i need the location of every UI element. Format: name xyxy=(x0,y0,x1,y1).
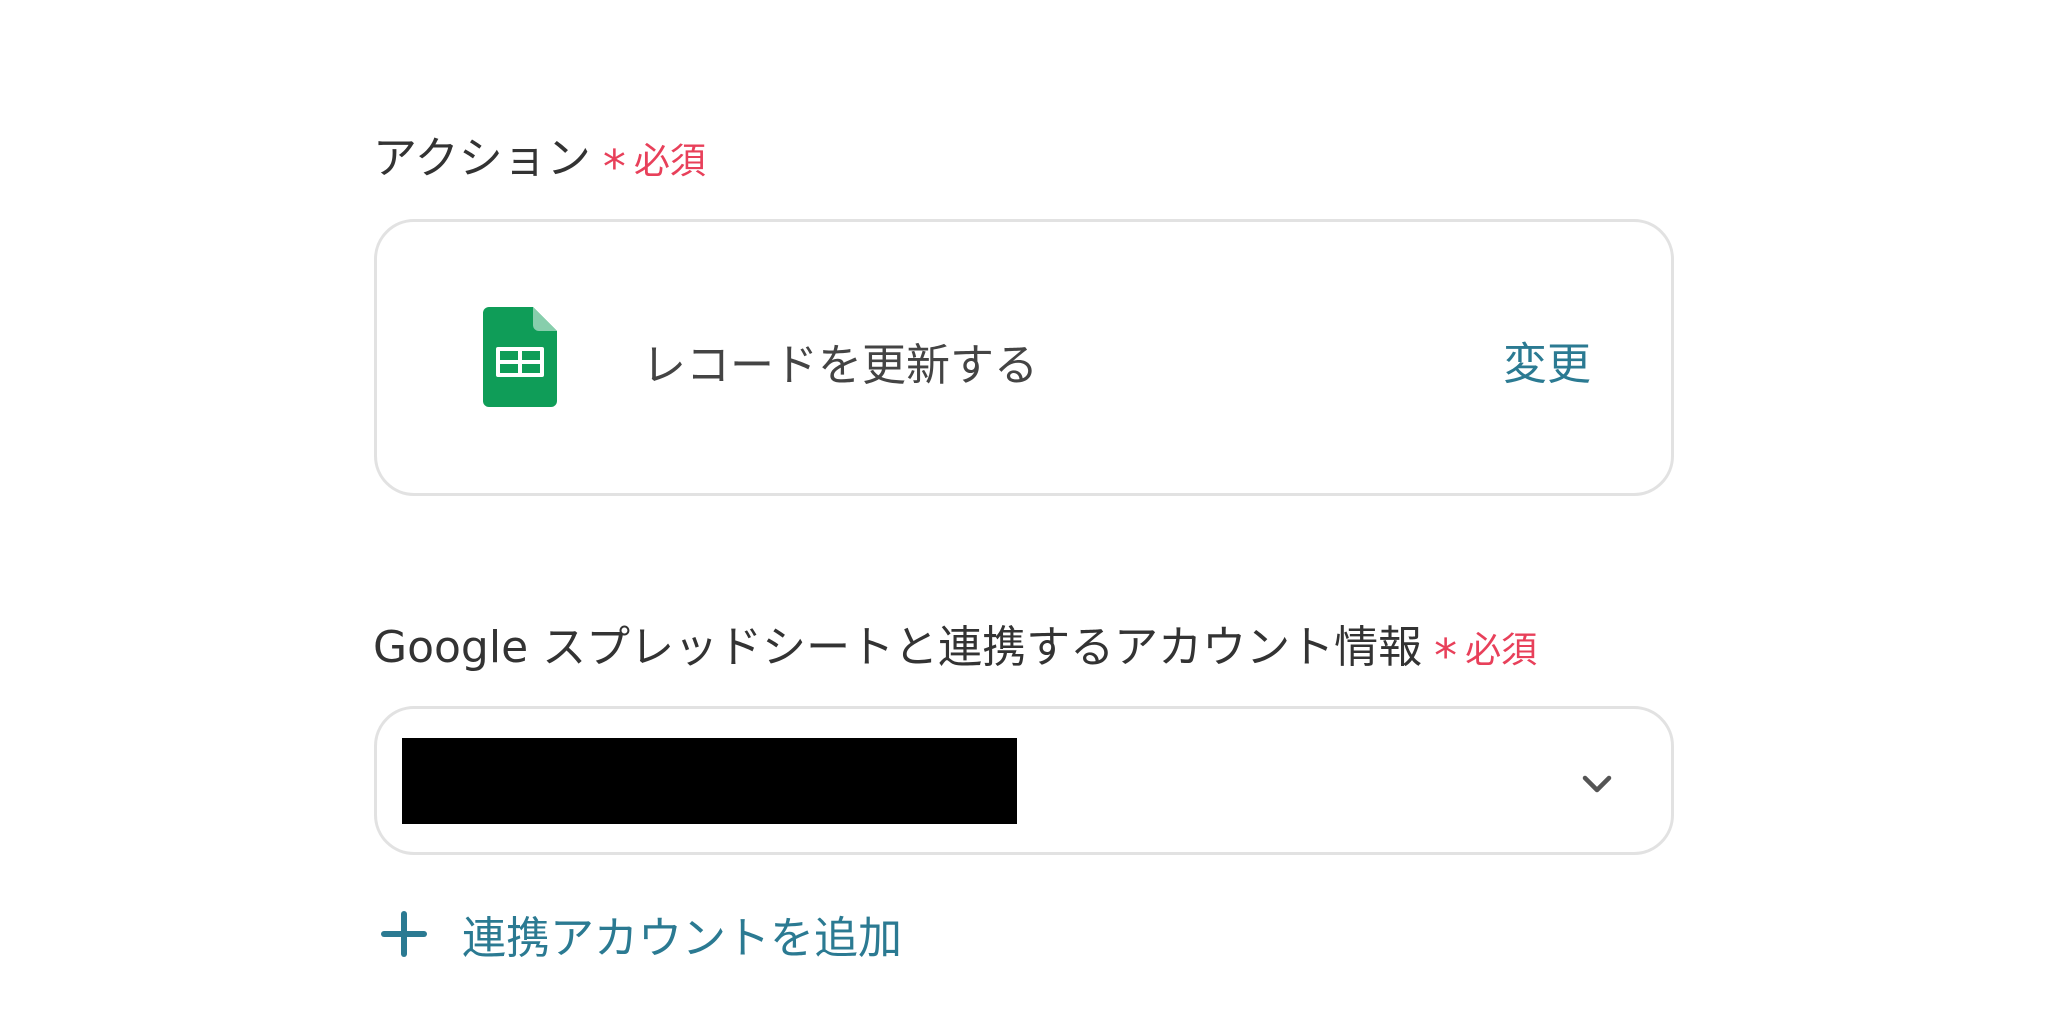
add-account-label: 連携アカウントを追加 xyxy=(462,913,902,964)
account-section-label: Google スプレッドシートと連携するアカウント情報 * 必須 xyxy=(373,611,1538,683)
required-badge: 必須 xyxy=(1465,630,1538,671)
redacted-account-value xyxy=(402,738,1017,824)
required-asterisk: * xyxy=(602,140,626,194)
google-sheets-icon xyxy=(483,307,557,407)
required-badge: 必須 xyxy=(633,141,706,182)
action-card: レコードを更新する 変更 xyxy=(374,219,1674,496)
account-label-text: Google スプレッドシートと連携するアカウント情報 xyxy=(373,622,1423,673)
plus-icon xyxy=(381,911,427,957)
change-action-link[interactable]: 変更 xyxy=(1503,328,1591,392)
action-section-label: アクション * 必須 xyxy=(373,122,706,194)
action-label-text: アクション xyxy=(373,133,591,184)
chevron-down-icon[interactable] xyxy=(1579,766,1615,802)
action-name: レコードを更新する xyxy=(642,340,1038,391)
required-asterisk: * xyxy=(1434,629,1458,683)
add-account-button[interactable]: 連携アカウントを追加 xyxy=(380,902,902,966)
account-select[interactable] xyxy=(374,706,1674,855)
